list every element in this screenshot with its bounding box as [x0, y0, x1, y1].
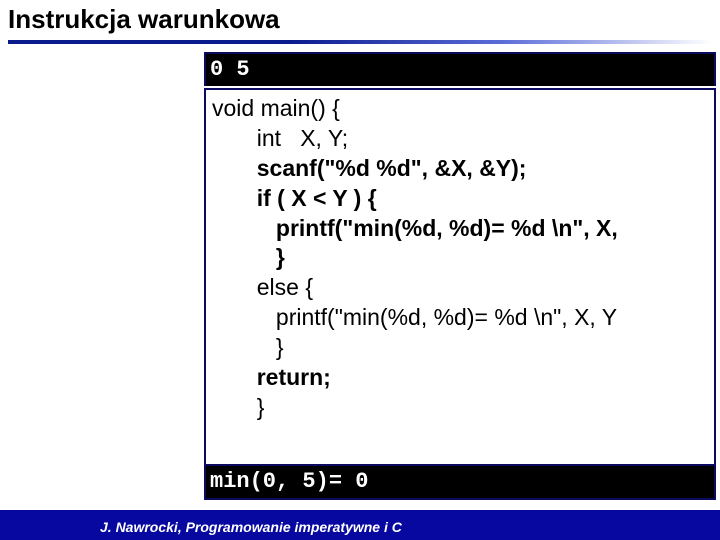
footer-text: J. Nawrocki, Programowanie imperatywne i…: [100, 519, 402, 535]
output-bar: min(0, 5)= 0: [204, 466, 716, 500]
code-line-4-indent: [212, 185, 257, 211]
code-line-3: scanf("%d %d", &X, &Y);: [257, 155, 527, 181]
code-line-6: }: [276, 244, 285, 270]
slide: Instrukcja warunkowa 0 5 void main() { i…: [0, 0, 720, 540]
code-line-10: return;: [257, 364, 331, 390]
code-box: void main() { int X, Y; scanf("%d %d", &…: [204, 88, 716, 466]
code-line-5: printf("min(%d, %d)= %d \n", X,: [276, 215, 618, 241]
code-content: void main() { int X, Y; scanf("%d %d", &…: [206, 90, 714, 423]
input-bar: 0 5: [204, 52, 716, 86]
code-line-10-indent: [212, 364, 257, 390]
code-line-9: }: [212, 334, 284, 360]
code-line-3-indent: [212, 155, 257, 181]
title-underline: [8, 40, 712, 44]
code-line-11: }: [212, 394, 264, 420]
code-line-1: void main() {: [212, 95, 340, 121]
code-line-6-indent: [212, 244, 276, 270]
code-line-7: else {: [212, 274, 313, 300]
code-line-4: if ( X < Y ) {: [257, 185, 377, 211]
code-line-5-indent: [212, 215, 276, 241]
code-line-8: printf("min(%d, %d)= %d \n", X, Y: [212, 304, 617, 330]
slide-title: Instrukcja warunkowa: [8, 4, 280, 35]
code-line-2: int X, Y;: [212, 125, 348, 151]
footer-bar: J. Nawrocki, Programowanie imperatywne i…: [0, 510, 720, 540]
